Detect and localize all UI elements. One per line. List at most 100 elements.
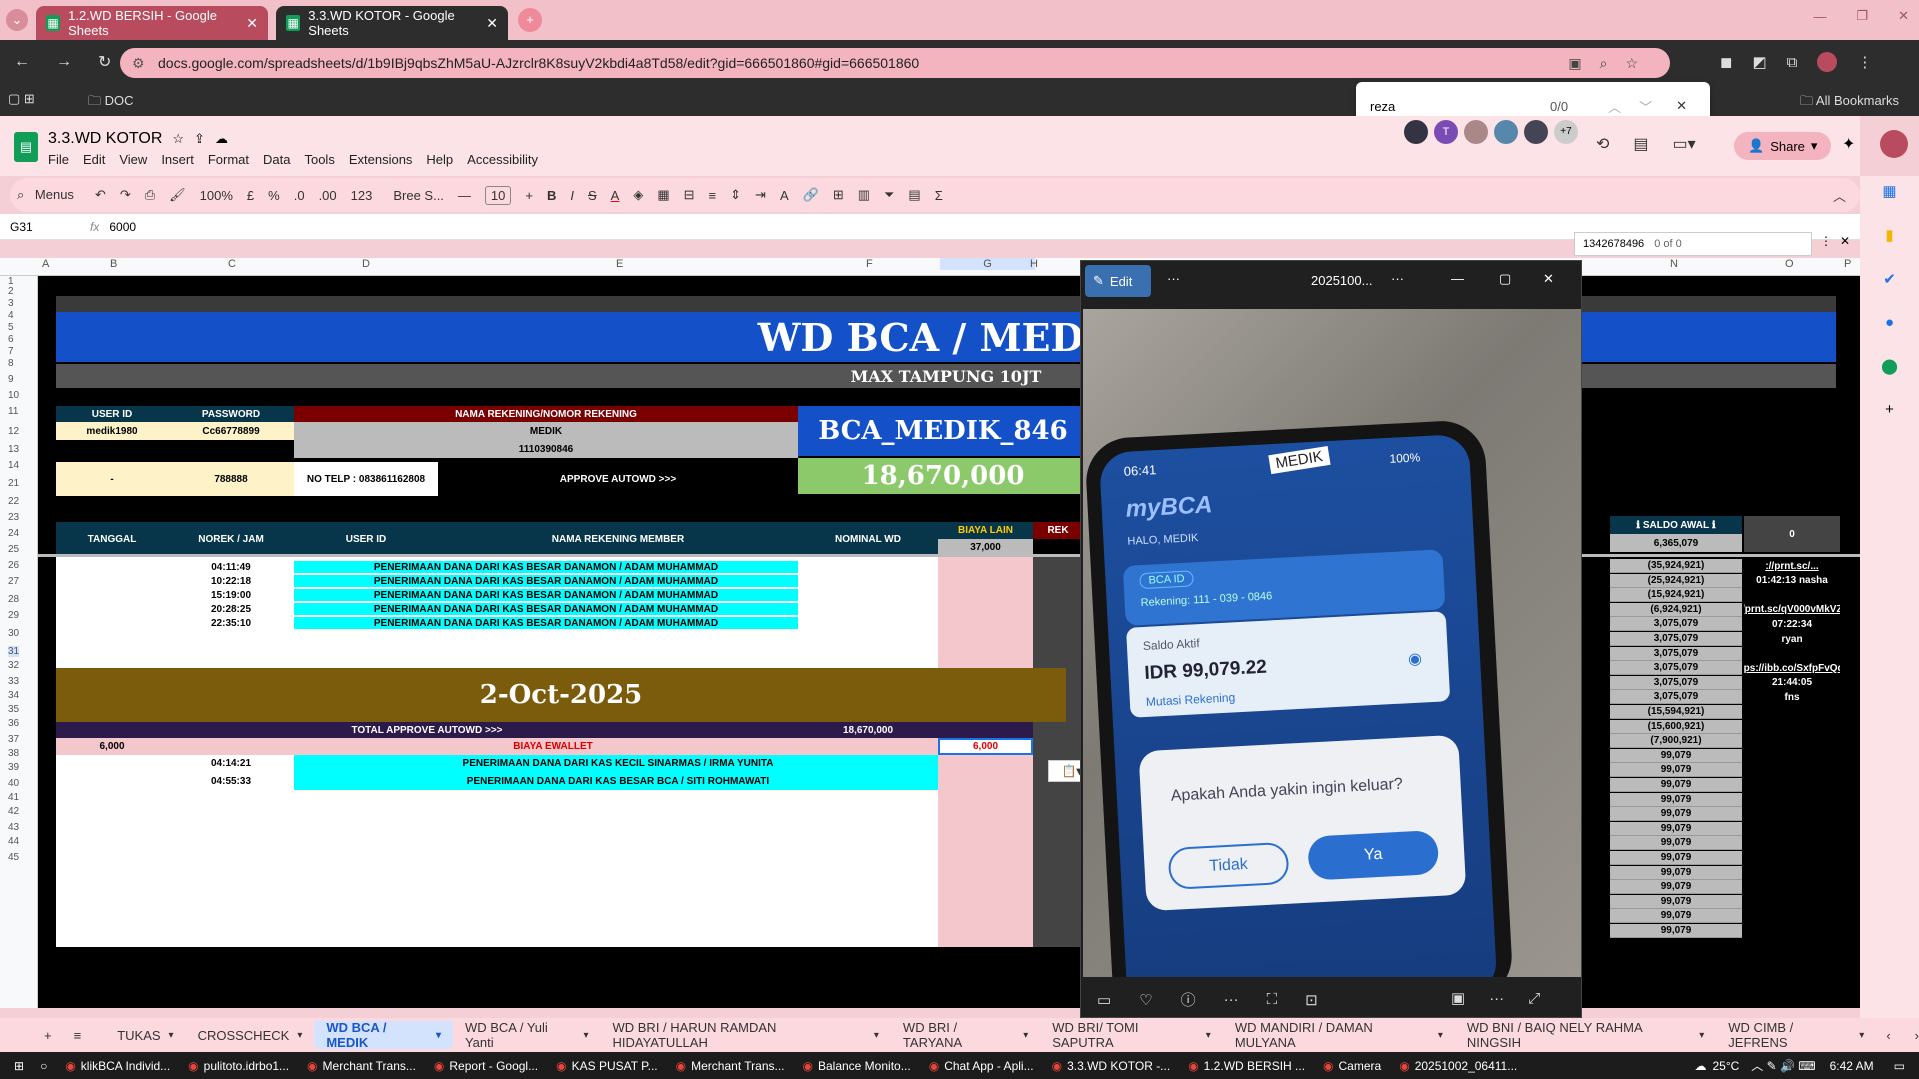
saldo-cell[interactable]: 3,075,079 — [1610, 675, 1742, 690]
paint-format-icon[interactable]: 🖌 — [169, 187, 186, 203]
row-header[interactable]: 27 — [8, 576, 19, 587]
zoom-select[interactable]: 100% — [200, 188, 233, 203]
taskbar-app[interactable]: ◉ Chat App - Apli... — [929, 1059, 1034, 1073]
tabs-scroll-left[interactable]: ‹ — [1886, 1028, 1890, 1043]
taskbar-app[interactable]: ◉ 1.2.WD BERSIH ... — [1188, 1059, 1305, 1073]
cell-e31[interactable]: BIAYA EWALLET — [168, 738, 938, 755]
row-header[interactable]: 44 — [8, 836, 19, 847]
back-icon[interactable]: ← — [14, 53, 30, 71]
browser-tab[interactable]: ▦ 1.2.WD BERSIH - Google Sheets ✕ — [36, 6, 268, 40]
contacts-icon[interactable]: ● — [1885, 314, 1894, 331]
saldo-cell[interactable]: (25,924,921) — [1610, 573, 1742, 588]
extension-icon[interactable]: ◼ — [1720, 53, 1732, 71]
cell-member[interactable]: PENERIMAAN DANA DARI KAS BESAR DANAMON /… — [294, 575, 798, 587]
cell-dash[interactable]: - — [56, 462, 168, 496]
saldo-cell[interactable]: 3,075,079 — [1610, 632, 1742, 646]
rotate-icon[interactable]: A — [780, 188, 789, 203]
cell-nama[interactable]: MEDIK — [294, 422, 798, 440]
url-field[interactable]: ⚙ docs.google.com/spreadsheets/d/1b9IBj9… — [120, 48, 1670, 78]
chevron-down-icon[interactable]: ▾ — [436, 1030, 441, 1041]
close-window-icon[interactable]: ✕ — [1898, 8, 1909, 24]
saldo-cell[interactable]: 99,079 — [1610, 748, 1742, 763]
extension-icon[interactable]: ◩ — [1752, 53, 1766, 71]
saldo-cell[interactable]: 99,079 — [1610, 778, 1742, 792]
sheets-logo-icon[interactable]: ▤ — [14, 132, 38, 162]
menu-icon[interactable]: ⋮ — [1820, 234, 1832, 248]
undo-icon[interactable]: ↶ — [95, 187, 106, 203]
font-size-minus[interactable]: — — [458, 188, 471, 203]
font-size-plus[interactable]: + — [525, 188, 533, 203]
info-icon[interactable]: ⓘ — [1181, 989, 1196, 1010]
name-box[interactable]: G31 — [10, 220, 70, 234]
row-header[interactable]: 7 — [8, 346, 14, 357]
cell-notelp[interactable]: NO TELP : 083861162808 — [294, 462, 438, 496]
cell-approve-label[interactable]: APPROVE AUTOWD >>> — [438, 462, 798, 496]
row-header[interactable]: 14 — [8, 460, 19, 471]
chevron-down-icon[interactable]: ▾ — [583, 1030, 588, 1041]
o-cell[interactable] — [1744, 588, 1840, 602]
menu-file[interactable]: File — [48, 152, 69, 167]
chevron-down-icon[interactable]: ▾ — [1023, 1030, 1028, 1041]
avatar[interactable] — [1404, 120, 1428, 144]
add-addon-icon[interactable]: + — [1885, 401, 1894, 418]
fill-color-icon[interactable]: ◈ — [633, 187, 643, 203]
row-header[interactable]: 23 — [8, 512, 19, 523]
more-collaborators[interactable]: +7 — [1554, 120, 1578, 144]
borders-icon[interactable]: ▦ — [657, 187, 669, 203]
saldo-cell[interactable]: 3,075,079 — [1610, 617, 1742, 632]
increase-decimal-button[interactable]: .00 — [319, 188, 337, 203]
cell-member[interactable]: PENERIMAAN DANA DARI KAS BESAR DANAMON /… — [294, 617, 798, 629]
merge-icon[interactable]: ⊟ — [684, 187, 695, 203]
percent-button[interactable]: % — [268, 188, 280, 203]
menu-data[interactable]: Data — [263, 152, 290, 167]
chevron-down-icon[interactable]: ▾ — [874, 1030, 879, 1041]
saldo-cell[interactable]: (35,924,921) — [1610, 559, 1742, 573]
browser-tab-active[interactable]: ▦ 3.3.WD KOTOR - Google Sheets ✕ — [276, 6, 508, 40]
italic-icon[interactable]: I — [570, 188, 574, 203]
text-color-icon[interactable]: A — [611, 188, 620, 203]
col-header[interactable]: P — [1844, 258, 1851, 270]
bookmark-folder[interactable]: 🗀 DOC — [88, 92, 134, 114]
comment-add-icon[interactable]: ⊞ — [833, 187, 844, 203]
row-header[interactable]: 45 — [8, 852, 19, 863]
fit-icon[interactable]: ▣ — [1451, 989, 1465, 1007]
menu-extensions[interactable]: Extensions — [349, 152, 413, 167]
cell-userid[interactable]: medik1980 — [56, 422, 168, 440]
more-icon[interactable]: ··· — [1489, 990, 1504, 1007]
more-icon[interactable]: ··· — [1167, 271, 1180, 286]
o-cell[interactable]: 01:42:13 nasha — [1744, 574, 1840, 588]
row-header[interactable]: 29 — [8, 610, 19, 621]
saldo-cell[interactable]: 99,079 — [1610, 851, 1742, 865]
redo-icon[interactable]: ↷ — [120, 187, 131, 203]
start-icon[interactable]: ⊞ — [14, 1059, 24, 1073]
row-header[interactable]: 43 — [8, 822, 19, 833]
sheet-tab[interactable]: WD MANDIRI / DAMAN MULYANA ▾ — [1223, 1020, 1455, 1050]
sheet-tab[interactable]: WD BRI / TARYANA ▾ — [891, 1020, 1040, 1050]
calendar-icon[interactable]: ▦ — [1882, 182, 1896, 200]
row-header[interactable]: 41 — [8, 792, 19, 803]
crop-icon[interactable]: ⛶ — [1267, 991, 1278, 1008]
cell-time[interactable]: 22:35:10 — [168, 617, 294, 629]
chevron-down-icon[interactable]: ▾ — [1811, 138, 1818, 154]
meet-icon[interactable]: ▭▾ — [1673, 134, 1696, 154]
col-header[interactable]: D — [362, 258, 370, 270]
comment-icon[interactable]: ▤ — [1633, 134, 1648, 154]
align-icon[interactable]: ≡ — [709, 188, 717, 203]
ocr-icon[interactable]: ⊡ — [1305, 991, 1318, 1009]
row-header[interactable]: 8 — [8, 358, 14, 369]
cell-time[interactable]: 04:11:49 — [168, 561, 294, 573]
col-header[interactable]: O — [1785, 258, 1794, 270]
url-actions-icon[interactable]: ▣⌕☆ — [1568, 48, 1656, 78]
cell-member[interactable]: PENERIMAAN DANA DARI KAS KECIL SINARMAS … — [438, 755, 798, 772]
cell-member[interactable]: PENERIMAAN DANA DARI KAS BESAR DANAMON /… — [294, 589, 798, 601]
o-cell[interactable]: tps://ibb.co/SxfpFvQq — [1744, 661, 1840, 675]
sheet-search-input[interactable]: 1342678496 — [1583, 238, 1644, 250]
cell-pin[interactable]: 788888 — [168, 462, 294, 496]
col-header[interactable]: F — [866, 258, 873, 270]
cell-time[interactable]: 20:28:25 — [168, 603, 294, 615]
saldo-cell[interactable]: 99,079 — [1610, 807, 1742, 822]
more-icon[interactable]: ··· — [1391, 271, 1404, 286]
cell-time[interactable]: 04:14:21 — [168, 755, 294, 772]
font-select[interactable]: Bree S... — [393, 188, 444, 203]
saldo-cell[interactable]: 99,079 — [1610, 894, 1742, 909]
